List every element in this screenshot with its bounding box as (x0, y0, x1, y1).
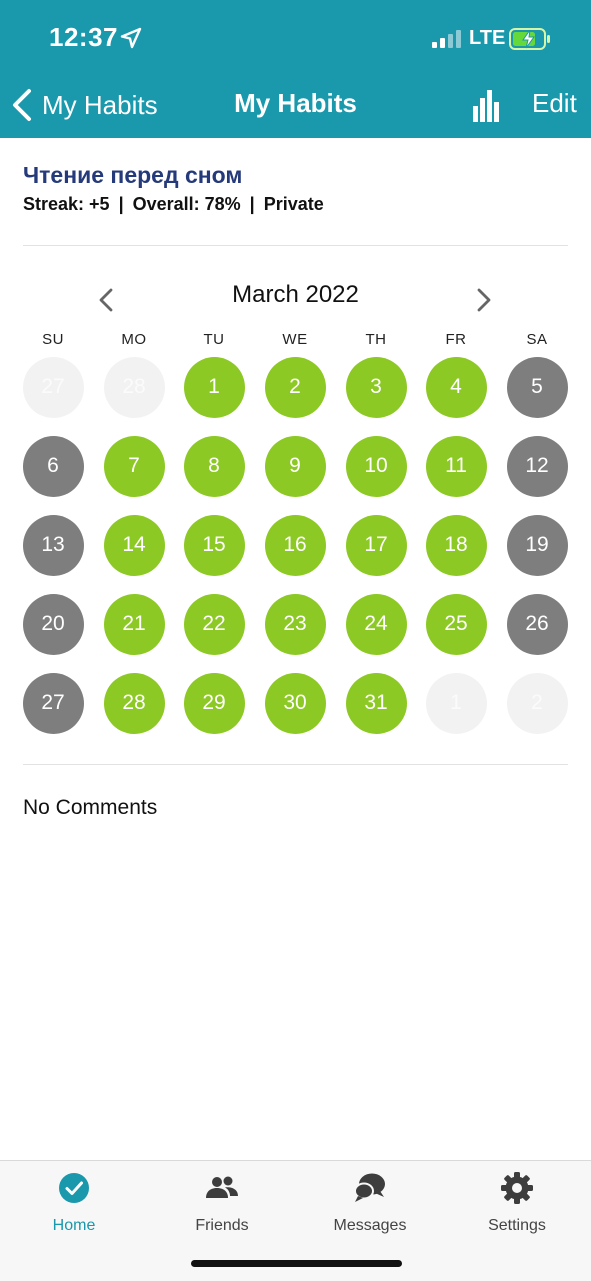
calendar-day[interactable]: 3 (345, 356, 407, 418)
messages-icon (354, 1173, 385, 1202)
calendar-day[interactable]: 16 (264, 514, 326, 576)
calendar-day[interactable]: 27 (22, 672, 84, 734)
comments-empty-label: No Comments (23, 796, 158, 819)
calendar-day[interactable]: 11 (425, 435, 487, 497)
friends-icon (206, 1176, 238, 1198)
calendar-day[interactable]: 29 (183, 672, 245, 734)
calendar-day[interactable]: 25 (425, 593, 487, 655)
calendar-day[interactable]: 10 (345, 435, 407, 497)
calendar-day[interactable]: 28 (103, 672, 165, 734)
calendar-day: 1 (425, 672, 487, 734)
calendar-day[interactable]: 12 (506, 435, 568, 497)
calendar-day[interactable]: 15 (183, 514, 245, 576)
calendar-day[interactable]: 18 (425, 514, 487, 576)
calendar-day[interactable]: 21 (103, 593, 165, 655)
gear-icon (501, 1172, 533, 1204)
calendar-day[interactable]: 31 (345, 672, 407, 734)
calendar-day: 27 (22, 356, 84, 418)
tab-friends[interactable]: Friends (148, 1161, 296, 1241)
calendar-day[interactable]: 2 (264, 356, 326, 418)
calendar-day[interactable]: 20 (22, 593, 84, 655)
calendar-day[interactable]: 17 (345, 514, 407, 576)
tab-home[interactable]: Home (0, 1161, 148, 1241)
calendar-day[interactable]: 13 (22, 514, 84, 576)
calendar-day[interactable]: 7 (103, 435, 165, 497)
calendar-day[interactable]: 9 (264, 435, 326, 497)
home-indicator (191, 1260, 402, 1267)
tab-messages[interactable]: Messages (296, 1161, 444, 1241)
calendar-grid: 27 28 1 2 3 4 5 6 7 8 9 10 11 12 13 14 15 16 17 18 19 20 21 22 2… (0, 0, 591, 800)
calendar-day[interactable]: 24 (345, 593, 407, 655)
check-circle-icon (59, 1173, 89, 1203)
tab-settings[interactable]: Settings (443, 1161, 591, 1241)
calendar-day[interactable]: 22 (183, 593, 245, 655)
calendar-day: 2 (506, 672, 568, 734)
divider (23, 764, 568, 765)
calendar-day[interactable]: 19 (506, 514, 568, 576)
calendar-day[interactable]: 6 (22, 435, 84, 497)
tab-label: Home (52, 1217, 96, 1234)
calendar-day[interactable]: 30 (264, 672, 326, 734)
calendar-day[interactable]: 1 (183, 356, 245, 418)
calendar-day[interactable]: 4 (425, 356, 487, 418)
tab-label: Settings (488, 1217, 546, 1234)
calendar-day[interactable]: 5 (506, 356, 568, 418)
calendar-day[interactable]: 26 (506, 593, 568, 655)
calendar-day[interactable]: 8 (183, 435, 245, 497)
calendar-day[interactable]: 23 (264, 593, 326, 655)
calendar-day[interactable]: 14 (103, 514, 165, 576)
tab-label: Messages (333, 1217, 407, 1234)
tab-label: Friends (195, 1217, 249, 1234)
calendar-day: 28 (103, 356, 165, 418)
